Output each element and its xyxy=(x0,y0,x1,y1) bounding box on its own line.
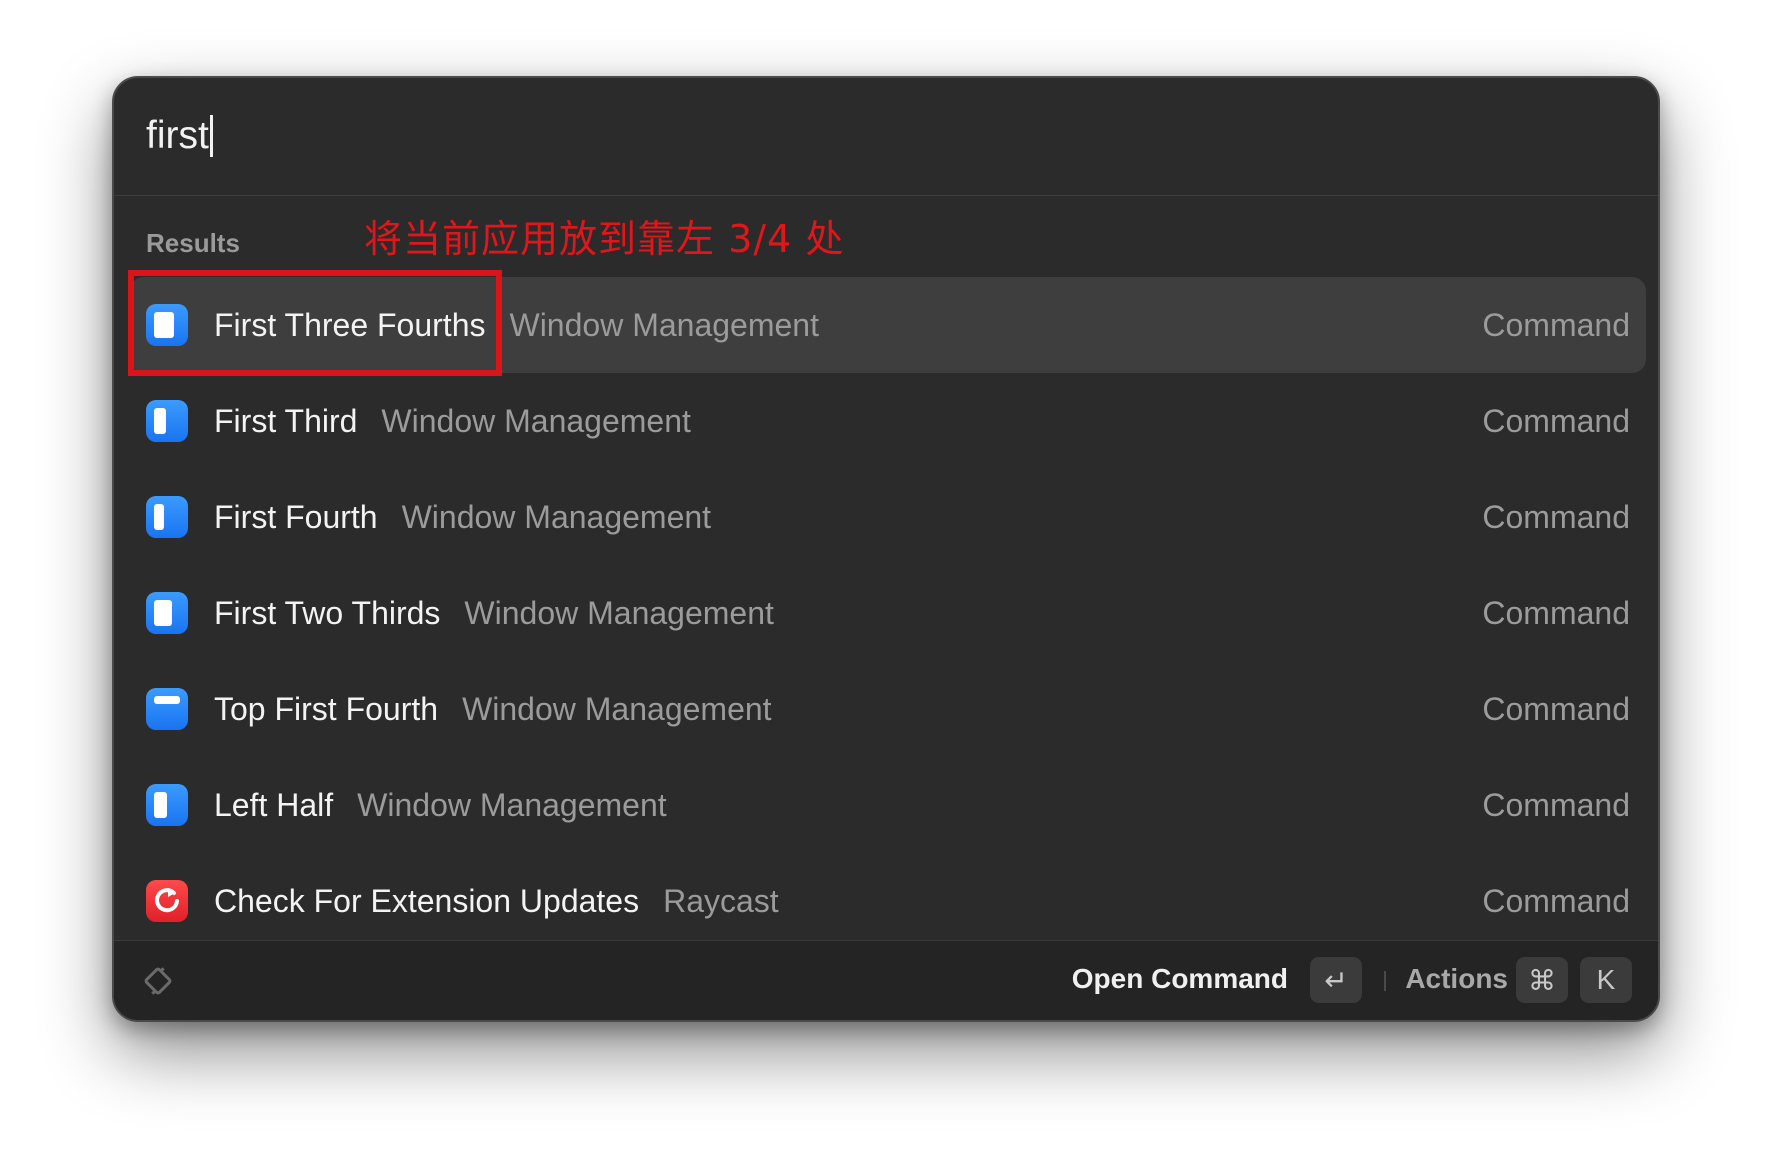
list-item-type: Command xyxy=(1482,306,1630,343)
open-command-button[interactable]: Open Command xyxy=(1072,963,1288,995)
list-item-title: Top First Fourth xyxy=(214,690,439,727)
list-item-title: First Third xyxy=(214,402,358,439)
window-first-fourth-icon xyxy=(146,496,188,538)
list-item-first-three-fourths[interactable]: First Three Fourths Window Management Com… xyxy=(130,277,1646,373)
list-item-check-extension-updates[interactable]: Check For Extension Updates Raycast Comma… xyxy=(130,853,1646,949)
list-item-type: Command xyxy=(1482,594,1630,631)
annotation-label: 将当前应用放到靠左 3/4 处 xyxy=(364,217,845,261)
list-item-subtitle: Window Management xyxy=(381,402,691,439)
search-query-text: first xyxy=(146,114,209,157)
command-key-icon: ⌘ xyxy=(1516,957,1568,1003)
list-item-first-fourth[interactable]: First Fourth Window Management Command xyxy=(130,469,1646,565)
list-item-subtitle: Window Management xyxy=(401,498,712,535)
k-key-icon: K xyxy=(1580,957,1632,1003)
list-item-type: Command xyxy=(1482,498,1630,535)
list-item-first-two-thirds[interactable]: First Two Thirds Window Management Comman… xyxy=(130,565,1646,661)
window-top-fourth-icon xyxy=(146,688,188,730)
list-item-title: First Fourth xyxy=(214,498,378,535)
results-list: First Three Fourths Window Management Com… xyxy=(130,277,1646,949)
raycast-refresh-icon xyxy=(146,880,188,922)
list-item-type: Command xyxy=(1482,402,1630,439)
enter-key-icon: ↵ xyxy=(1310,957,1362,1003)
list-item-type: Command xyxy=(1482,882,1630,919)
results-section-label: Results xyxy=(146,228,240,258)
search-bar: first xyxy=(114,78,1658,196)
raycast-logo-icon xyxy=(140,963,176,999)
list-item-subtitle: Window Management xyxy=(462,690,772,727)
list-item-top-first-fourth[interactable]: Top First Fourth Window Management Comman… xyxy=(130,661,1646,757)
list-item-title: Left Half xyxy=(214,786,334,823)
list-item-title: First Three Fourths xyxy=(214,306,486,343)
list-item-type: Command xyxy=(1482,786,1630,823)
list-item-subtitle: Window Management xyxy=(509,306,819,343)
list-item-title: First Two Thirds xyxy=(214,594,441,631)
list-item-title: Check For Extension Updates xyxy=(214,882,640,919)
list-item-subtitle: Raycast xyxy=(663,882,779,919)
list-item-subtitle: Window Management xyxy=(464,594,774,631)
window-left-half-icon xyxy=(146,784,188,826)
window-first-third-icon xyxy=(146,400,188,442)
actions-button[interactable]: Actions xyxy=(1405,963,1508,995)
text-caret xyxy=(209,115,213,157)
window-two-thirds-icon xyxy=(146,592,188,634)
action-bar: Open Command ↵ Actions ⌘ K xyxy=(114,940,1658,1020)
list-item-type: Command xyxy=(1482,690,1630,727)
list-item-left-half[interactable]: Left Half Window Management Command xyxy=(130,757,1646,853)
search-input[interactable]: first xyxy=(146,108,213,164)
footer-divider xyxy=(1384,971,1386,991)
launcher-window: first Results First Three Fourths Window … xyxy=(112,76,1660,1022)
list-item-first-third[interactable]: First Third Window Management Command xyxy=(130,373,1646,469)
window-three-fourths-icon xyxy=(146,304,188,346)
list-item-subtitle: Window Management xyxy=(357,786,667,823)
